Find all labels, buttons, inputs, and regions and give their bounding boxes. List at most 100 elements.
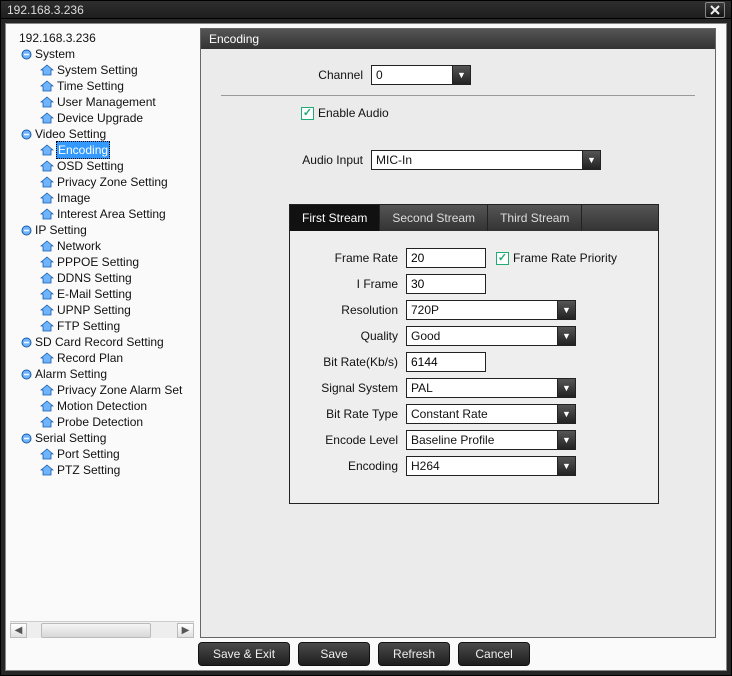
frame-rate-label: Frame Rate [306, 251, 406, 265]
tree-item[interactable]: Interest Area Setting [14, 206, 194, 222]
panel-title: Encoding [201, 29, 715, 49]
house-icon [40, 256, 54, 268]
audio-input-label: Audio Input [261, 153, 371, 167]
house-icon [40, 400, 54, 412]
bitrate-type-select[interactable]: Constant Rate ▼ [406, 404, 576, 424]
signal-system-select[interactable]: PAL ▼ [406, 378, 576, 398]
refresh-button[interactable]: Refresh [378, 642, 450, 666]
bitrate-label: Bit Rate(Kb/s) [306, 355, 406, 369]
collapse-icon[interactable] [20, 48, 32, 60]
encode-level-select[interactable]: Baseline Profile ▼ [406, 430, 576, 450]
house-icon [40, 464, 54, 476]
chevron-down-icon: ▼ [452, 66, 470, 84]
collapse-icon[interactable] [20, 224, 32, 236]
bitrate-input[interactable] [406, 352, 486, 372]
enable-audio-checkbox[interactable]: ✓ Enable Audio [301, 106, 389, 120]
tree-item[interactable]: FTP Setting [14, 318, 194, 334]
main-panel: Encoding Channel 0 ▼ [194, 28, 722, 638]
frame-rate-priority-label: Frame Rate Priority [513, 251, 617, 265]
collapse-icon[interactable] [20, 336, 32, 348]
house-icon [40, 208, 54, 220]
close-button[interactable] [705, 2, 725, 18]
quality-select[interactable]: Good ▼ [406, 326, 576, 346]
tree-item[interactable]: Probe Detection [14, 414, 194, 430]
tree-group[interactable]: SD Card Record Setting [14, 334, 194, 350]
iframe-label: I Frame [306, 277, 406, 291]
tree-item[interactable]: Motion Detection [14, 398, 194, 414]
frame-rate-input[interactable] [406, 248, 486, 268]
house-icon [40, 384, 54, 396]
resolution-select[interactable]: 720P ▼ [406, 300, 576, 320]
scroll-track[interactable] [27, 623, 177, 638]
tree-item[interactable]: Record Plan [14, 350, 194, 366]
tree-item[interactable]: PPPOE Setting [14, 254, 194, 270]
iframe-input[interactable] [406, 274, 486, 294]
tree-item[interactable]: UPNP Setting [14, 302, 194, 318]
encoding-value: H264 [411, 459, 440, 473]
sidebar-hscroll[interactable]: ◀ ▶ [10, 621, 194, 638]
save-button[interactable]: Save [298, 642, 370, 666]
tab-second-stream[interactable]: Second Stream [380, 205, 488, 231]
enable-audio-label: Enable Audio [318, 106, 389, 120]
save-exit-button[interactable]: Save & Exit [198, 642, 290, 666]
encoding-select[interactable]: H264 ▼ [406, 456, 576, 476]
scroll-thumb[interactable] [41, 623, 151, 638]
tree-group[interactable]: IP Setting [14, 222, 194, 238]
brtype-label: Bit Rate Type [306, 407, 406, 421]
collapse-icon[interactable] [20, 128, 32, 140]
resolution-label: Resolution [306, 303, 406, 317]
tree-group[interactable]: Video Setting [14, 126, 194, 142]
house-icon [40, 272, 54, 284]
tree-item[interactable]: Device Upgrade [14, 110, 194, 126]
tree-item[interactable]: Port Setting [14, 446, 194, 462]
house-icon [40, 320, 54, 332]
house-icon [40, 176, 54, 188]
tree-item[interactable]: Network [14, 238, 194, 254]
tree-item[interactable]: Privacy Zone Setting [14, 174, 194, 190]
window-title: 192.168.3.236 [7, 3, 84, 17]
tree-group[interactable]: Alarm Setting [14, 366, 194, 382]
house-icon [40, 144, 54, 156]
house-icon [40, 352, 54, 364]
tree-item[interactable]: Time Setting [14, 78, 194, 94]
house-icon [40, 112, 54, 124]
channel-select[interactable]: 0 ▼ [371, 65, 471, 85]
stream-tabs: First Stream Second Stream Third Stream [290, 205, 658, 231]
frame-rate-priority-checkbox[interactable]: ✓ Frame Rate Priority [496, 251, 617, 265]
tree-item[interactable]: Encoding [14, 142, 194, 158]
channel-label: Channel [261, 68, 371, 82]
signal-label: Signal System [306, 381, 406, 395]
house-icon [40, 80, 54, 92]
scroll-right-icon[interactable]: ▶ [177, 623, 194, 638]
tree-group[interactable]: System [14, 46, 194, 62]
audio-input-select[interactable]: MIC-In ▼ [371, 150, 601, 170]
collapse-icon[interactable] [20, 368, 32, 380]
collapse-icon[interactable] [20, 432, 32, 444]
tree-item[interactable]: Image [14, 190, 194, 206]
chevron-down-icon: ▼ [557, 379, 575, 397]
tree-item[interactable]: E-Mail Setting [14, 286, 194, 302]
chevron-down-icon: ▼ [557, 327, 575, 345]
tree-item[interactable]: User Management [14, 94, 194, 110]
tree-item[interactable]: PTZ Setting [14, 462, 194, 478]
close-icon [710, 5, 720, 15]
tree-item[interactable]: OSD Setting [14, 158, 194, 174]
tree-group[interactable]: Serial Setting [14, 430, 194, 446]
tab-third-stream[interactable]: Third Stream [488, 205, 582, 231]
chevron-down-icon: ▼ [557, 405, 575, 423]
chevron-down-icon: ▼ [557, 301, 575, 319]
tree-item[interactable]: Privacy Zone Alarm Set [14, 382, 194, 398]
scroll-left-icon[interactable]: ◀ [10, 623, 27, 638]
tab-first-stream[interactable]: First Stream [290, 205, 380, 231]
audio-input-value: MIC-In [376, 153, 412, 167]
cancel-button[interactable]: Cancel [458, 642, 530, 666]
enclevel-value: Baseline Profile [411, 433, 494, 447]
enclevel-label: Encode Level [306, 433, 406, 447]
signal-value: PAL [411, 381, 433, 395]
tree-item[interactable]: DDNS Setting [14, 270, 194, 286]
tree-item[interactable]: System Setting [14, 62, 194, 78]
house-icon [40, 96, 54, 108]
house-icon [40, 448, 54, 460]
tree-root-node[interactable]: 192.168.3.236 [14, 30, 194, 46]
house-icon [40, 304, 54, 316]
